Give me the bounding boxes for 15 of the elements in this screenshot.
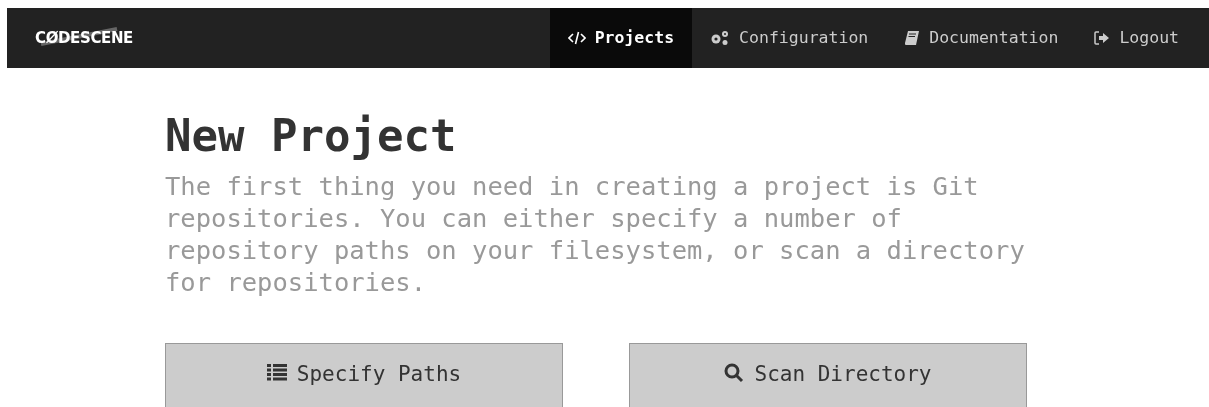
- gears-icon: [710, 30, 731, 46]
- action-button[interactable]: Specify Paths: [165, 343, 563, 407]
- book-icon: [904, 30, 921, 46]
- search-icon: [724, 363, 745, 383]
- code-icon: [567, 31, 586, 45]
- nav-tab[interactable]: Documentation: [886, 8, 1077, 68]
- nav-tab[interactable]: Logout: [1076, 8, 1197, 68]
- nav-tab[interactable]: Projects: [549, 8, 693, 68]
- page-heading: New Project: [165, 112, 458, 160]
- logo[interactable]: CØDESCENE: [35, 29, 133, 47]
- description: The first thing you need in creating a project is Git repositories. You can either specify a number of repository paths on your filesystem, or scan a directory for repositories.: [165, 170, 1026, 298]
- list-icon: [266, 363, 287, 381]
- nav-tab[interactable]: Configuration: [692, 8, 887, 68]
- logout-icon: [1094, 31, 1111, 45]
- action-button[interactable]: Scan Directory: [629, 343, 1027, 407]
